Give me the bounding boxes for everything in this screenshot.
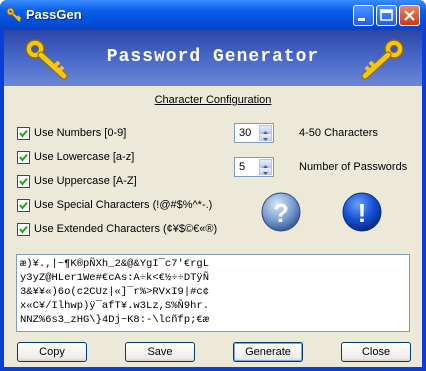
password-line[interactable]: æ)¥.,|~¶K®pÑXh_2&@&YgI¯c7'€rgL [20,258,209,270]
password-line[interactable]: 3&¥¥«)6o(c2CUz|«]¯r%>RVxI9|#c¢ [20,286,209,298]
question-icon: ? [273,198,289,228]
key-icon [361,39,404,80]
checkbox-label: Use Special Characters (!@#$%^*-.) [34,199,213,211]
length-spinner[interactable]: 30 [234,123,274,143]
window-title: PassGen [26,7,82,22]
checkbox-box[interactable] [17,223,30,236]
length-value[interactable]: 30 [239,127,251,139]
key-icon [6,7,22,22]
character-configuration-label: Character Configuration [154,94,272,106]
client-area: Password Generator Character Configurati… [4,30,422,367]
copy-button[interactable]: Copy [17,342,87,362]
checkbox-label: Use Extended Characters (¢¥$©€«®) [34,223,218,235]
checkmark-icon [19,201,28,210]
checkbox-box[interactable] [17,199,30,212]
password-line[interactable]: x«C¥/Ilhwp)ÿ¯afT¥.w3Lz,S%Ñ9hr. [20,300,209,312]
password-output[interactable]: æ)¥.,|~¶K®pÑXh_2&@&YgI¯c7'€rgL y3yZ@HLer… [16,254,410,332]
password-line[interactable]: y3yZ@HLer1We#€cAs:A÷k<€½÷÷DTÿÑ [20,272,209,284]
checkbox-label: Use Numbers [0-9] [34,127,127,139]
checkbox-label: Use Uppercase [A-Z] [34,175,137,187]
title-bar[interactable]: PassGen [0,0,426,30]
close-button[interactable]: Close [341,342,411,362]
checkmark-icon [19,225,28,234]
maximize-icon [380,9,393,21]
spin-down-button[interactable] [259,133,272,141]
maximize-button[interactable] [376,5,397,26]
checkmark-icon [19,129,28,138]
generate-button[interactable]: Generate [233,342,303,362]
spin-up-button[interactable] [259,159,272,168]
arrow-down-icon [263,138,268,141]
spinner-arrows[interactable] [259,159,272,175]
app-window: PassGen Password Generator Character Con… [0,0,426,371]
count-label: Number of Passwords [299,161,408,173]
exclamation-icon: ! [358,198,367,228]
checkbox-label: Use Lowercase [a-z] [34,151,135,163]
close-window-button[interactable] [399,5,420,26]
minimize-button[interactable] [353,5,374,26]
checkmark-icon [19,153,28,162]
header-banner: Password Generator [4,30,422,86]
count-value[interactable]: 5 [239,161,245,173]
checkmark-icon [19,177,28,186]
spin-up-button[interactable] [259,125,272,134]
count-spinner[interactable]: 5 [234,157,274,177]
close-icon [404,10,415,21]
spinner-arrows[interactable] [259,125,272,141]
checkbox-box[interactable] [17,151,30,164]
arrow-down-icon [263,172,268,175]
spin-down-button[interactable] [259,167,272,175]
info-button[interactable]: ! [342,192,382,232]
minimize-icon [358,18,365,21]
help-button[interactable]: ? [261,192,301,232]
save-button[interactable]: Save [125,342,195,362]
length-label: 4-50 Characters [299,127,378,139]
checkbox-box[interactable] [17,175,30,188]
checkbox-box[interactable] [17,127,30,140]
password-line[interactable]: NNZ%6s3_zHG\}4Dj~K8:-\lcñfp;€æ [20,314,209,326]
